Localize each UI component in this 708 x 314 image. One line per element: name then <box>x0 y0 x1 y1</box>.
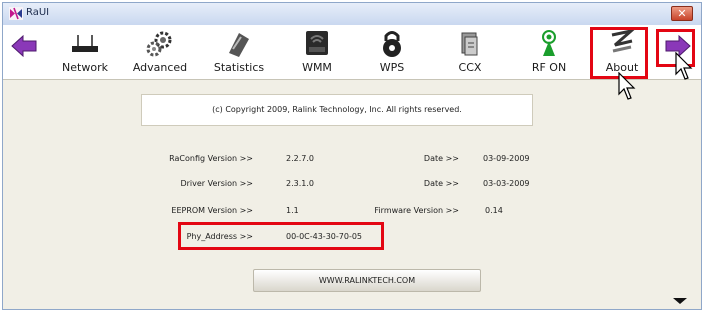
driver-date-label: Date >> <box>423 179 459 188</box>
driver-version-label: Driver Version >> <box>180 179 253 188</box>
tab-statistics[interactable]: Statistics <box>209 25 269 79</box>
driver-date-value: 03-03-2009 <box>483 179 530 188</box>
mouse-cursor-icon <box>675 52 693 80</box>
phy-address-highlight-box <box>178 222 384 250</box>
eeprom-version-label: EEPROM Version >> <box>171 206 253 215</box>
website-link-button[interactable]: WWW.RALINKTECH.COM <box>253 269 481 292</box>
raconfig-date-value: 03-09-2009 <box>483 154 530 163</box>
router-icon <box>72 35 98 52</box>
wmm-icon <box>306 31 328 55</box>
tab-wmm-label: WMM <box>302 61 332 74</box>
about-panel: (c) Copyright 2009, Ralink Technology, I… <box>3 80 701 309</box>
eeprom-version-value: 1.1 <box>286 206 299 215</box>
gears-icon <box>146 31 172 57</box>
rf-on-toggle[interactable]: RF ON <box>525 25 573 79</box>
scroll-down-arrow-icon[interactable] <box>673 298 687 304</box>
left-arrow-icon <box>11 35 37 57</box>
wps-lock-icon <box>383 31 401 57</box>
firmware-version-value: 0.14 <box>485 206 503 215</box>
raconfig-version-value: 2.2.7.0 <box>286 154 314 163</box>
mouse-cursor-icon <box>618 72 636 100</box>
title-bar: RaUI ✕ <box>3 3 701 25</box>
tab-network-label: Network <box>62 61 108 74</box>
ralink-logo-icon <box>9 7 23 20</box>
statistics-icon <box>229 33 249 57</box>
radio-antenna-icon <box>542 30 556 56</box>
copyright-notice: (c) Copyright 2009, Ralink Technology, I… <box>141 94 533 126</box>
tab-ccx[interactable]: CCX <box>449 25 491 79</box>
raconfig-version-label: RaConfig Version >> <box>169 154 253 163</box>
driver-version-value: 2.3.1.0 <box>286 179 314 188</box>
tab-advanced-label: Advanced <box>132 61 188 74</box>
tab-wmm[interactable]: WMM <box>296 25 338 79</box>
previous-button[interactable] <box>9 25 39 79</box>
raconfig-date-label: Date >> <box>423 154 459 163</box>
tab-statistics-label: Statistics <box>213 61 265 74</box>
tab-advanced[interactable]: Advanced <box>129 25 191 79</box>
tab-wps[interactable]: WPS <box>371 25 413 79</box>
firmware-version-label: Firmware Version >> <box>374 206 459 215</box>
rf-on-label: RF ON <box>531 61 567 74</box>
close-button[interactable]: ✕ <box>671 6 693 21</box>
tab-wps-label: WPS <box>379 61 405 74</box>
ccx-icon <box>461 32 478 56</box>
tab-network[interactable]: Network <box>59 25 111 79</box>
window-title: RaUI <box>26 7 50 18</box>
tab-ccx-label: CCX <box>458 61 482 74</box>
